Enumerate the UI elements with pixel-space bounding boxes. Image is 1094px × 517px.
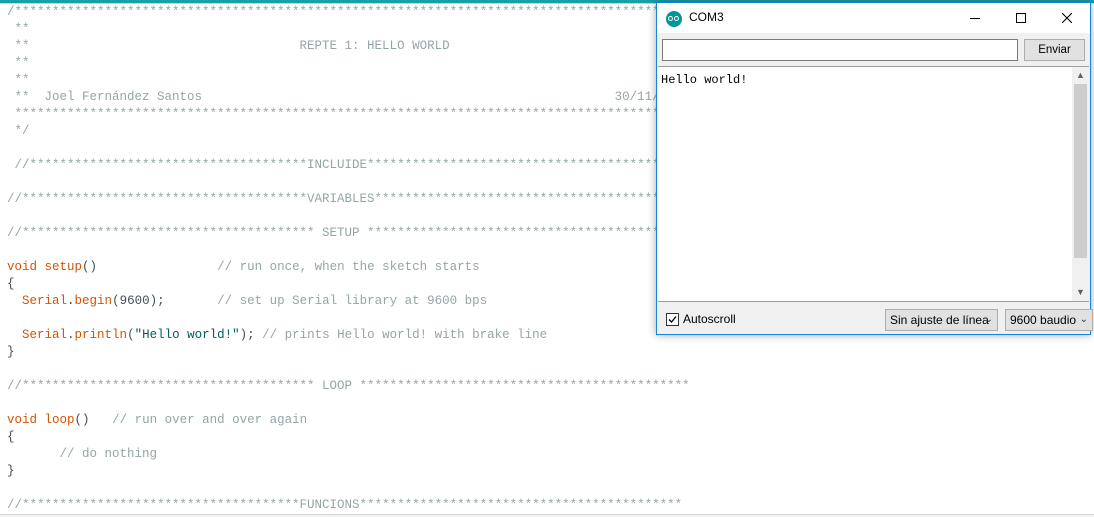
scroll-down-arrow-icon[interactable]: ▼ xyxy=(1072,284,1089,301)
arduino-icon xyxy=(666,11,682,27)
chevron-down-icon: ⌄ xyxy=(1079,314,1088,325)
serial-output-text: Hello world! xyxy=(661,73,748,87)
minimize-icon xyxy=(970,18,980,19)
code-token: ( xyxy=(127,328,135,342)
code-token: void xyxy=(7,413,38,427)
code-token: void xyxy=(7,260,38,274)
code-token: // set up Serial library at 9600 bps xyxy=(217,294,488,308)
code-token: } xyxy=(7,464,15,478)
output-scrollbar[interactable]: ▲ ▼ xyxy=(1072,67,1089,301)
code-token: { xyxy=(7,277,15,291)
line-ending-select[interactable]: Sin ajuste de línea ⌄ xyxy=(885,309,998,331)
code-line: // do nothing xyxy=(7,446,158,463)
send-input[interactable] xyxy=(662,39,1018,61)
code-line: //*************************************F… xyxy=(7,497,682,514)
close-button[interactable] xyxy=(1044,3,1090,33)
code-token: //*************************************F… xyxy=(7,498,683,512)
code-token: . xyxy=(67,328,75,342)
code-line: ** Joel Fernández Santos 30/11/2016 ** xyxy=(7,89,728,106)
line-ending-value: Sin ajuste de línea xyxy=(890,313,989,327)
code-line: } xyxy=(7,463,15,480)
close-icon xyxy=(1062,13,1072,23)
code-line: { xyxy=(7,429,15,446)
code-line: Serial.println("Hello world!"); // print… xyxy=(7,327,547,344)
code-line: { xyxy=(7,276,15,293)
code-token: // run over and over again xyxy=(112,413,308,427)
baud-rate-select[interactable]: 9600 baudio ⌄ xyxy=(1005,309,1093,331)
code-token: setup xyxy=(44,260,83,274)
serial-output-area[interactable]: Hello world! ▲ ▼ xyxy=(658,66,1089,302)
code-token: () xyxy=(82,260,218,274)
code-token: ); xyxy=(239,328,263,342)
code-token: () xyxy=(74,413,113,427)
baud-rate-value: 9600 baudio xyxy=(1010,313,1077,327)
code-token: Serial xyxy=(22,328,68,342)
code-token: //**************************************… xyxy=(7,379,690,393)
code-token: println xyxy=(74,328,128,342)
chevron-down-icon: ⌄ xyxy=(984,314,993,325)
scroll-thumb[interactable] xyxy=(1074,84,1087,258)
code-line: //**************************************… xyxy=(7,378,690,395)
code-token: } xyxy=(7,345,15,359)
autoscroll-checkbox[interactable] xyxy=(666,313,679,326)
code-line: } xyxy=(7,344,15,361)
code-line: Serial.begin(9600); // set up Serial lib… xyxy=(7,293,487,310)
code-token: // run once, when the sketch starts xyxy=(217,260,480,274)
code-token: begin xyxy=(74,294,113,308)
checkmark-icon xyxy=(668,316,677,323)
maximize-icon xyxy=(1016,13,1026,23)
code-line: */ xyxy=(7,123,30,140)
code-token: { xyxy=(7,430,15,444)
code-token: "Hello world!" xyxy=(134,328,240,342)
code-token: Serial xyxy=(22,294,68,308)
code-token: // do nothing xyxy=(59,447,158,461)
code-token: (9600); xyxy=(112,294,218,308)
serial-monitor-window[interactable]: COM3 Enviar Hello world! ▲ ▼ Autoscroll … xyxy=(656,2,1093,335)
code-token: ** Joel Fernández Santos 30/11/2016 ** xyxy=(7,90,728,104)
code-line: void setup() // run once, when the sketc… xyxy=(7,259,480,276)
code-token: loop xyxy=(44,413,75,427)
minimize-button[interactable] xyxy=(952,3,998,33)
window-titlebar[interactable]: COM3 xyxy=(657,3,1090,33)
maximize-button[interactable] xyxy=(998,3,1044,33)
send-button[interactable]: Enviar xyxy=(1024,39,1085,61)
code-token: // prints Hello world! with brake line xyxy=(262,328,548,342)
window-title: COM3 xyxy=(689,10,724,24)
scroll-up-arrow-icon[interactable]: ▲ xyxy=(1072,67,1089,84)
code-token: */ xyxy=(7,124,30,138)
autoscroll-label[interactable]: Autoscroll xyxy=(683,312,736,326)
code-line: void loop() // run over and over again xyxy=(7,412,307,429)
code-token: . xyxy=(67,294,75,308)
